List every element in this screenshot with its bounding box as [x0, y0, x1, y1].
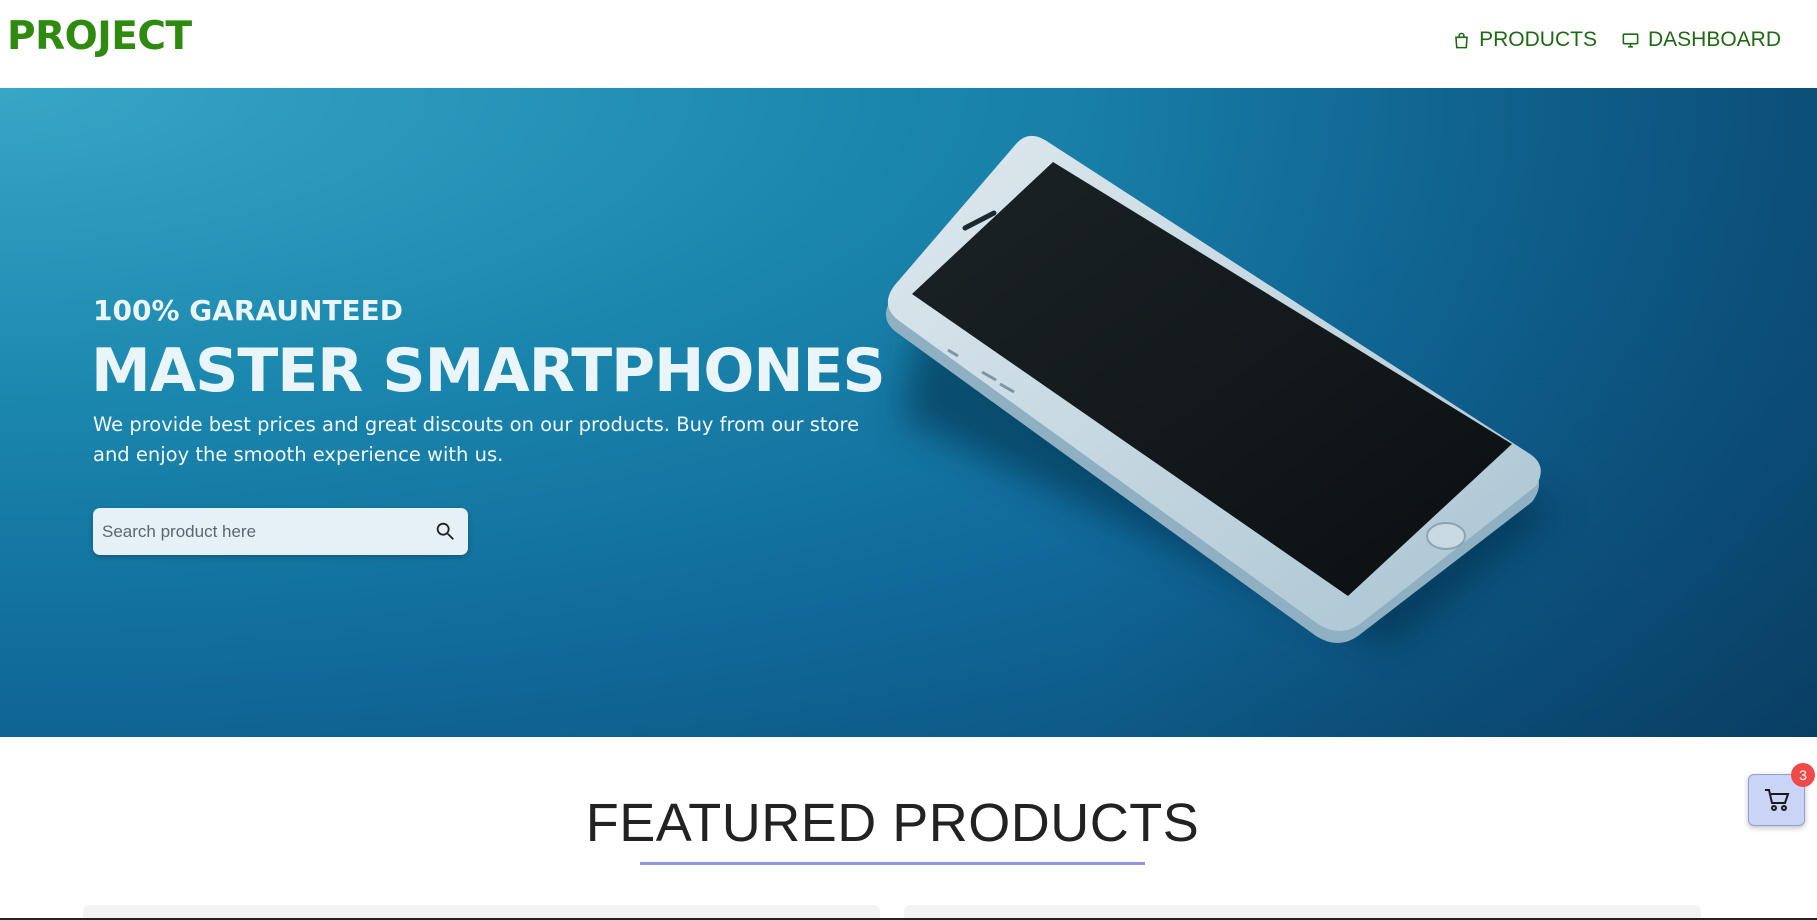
shopping-bag-icon [1455, 32, 1469, 48]
cart-icon [1764, 789, 1789, 811]
product-search-box [93, 508, 468, 555]
hero-kicker: 100% GARAUNTEED [93, 294, 404, 327]
hero-title: MASTER SMARTPHONES [91, 336, 886, 406]
top-navbar: PROJECT PRODUCTS DASHBOARD [0, 0, 1817, 88]
hero-description: We provide best prices and great discout… [93, 413, 860, 466]
nav-products-link[interactable]: PRODUCTS [1452, 28, 1597, 52]
featured-title-underline [640, 862, 1145, 865]
cart-count-badge: 3 [1791, 763, 1815, 787]
monitor-icon [1622, 32, 1639, 48]
featured-title: FEATURED PRODUCTS [585, 793, 1200, 853]
search-icon[interactable] [434, 520, 456, 542]
brand-logo[interactable]: PROJECT [7, 14, 192, 59]
hero-banner: 100% GARAUNTEED MASTER SMARTPHONES We pr… [0, 88, 1817, 737]
nav-products-label: PRODUCTS [1479, 28, 1597, 51]
search-input[interactable] [93, 508, 413, 555]
featured-section: FEATURED PRODUCTS [0, 737, 1817, 920]
nav-dashboard-link[interactable]: DASHBOARD [1621, 28, 1781, 52]
nav-dashboard-label: DASHBOARD [1647, 28, 1781, 51]
main-nav: PRODUCTS DASHBOARD [1452, 28, 1781, 52]
